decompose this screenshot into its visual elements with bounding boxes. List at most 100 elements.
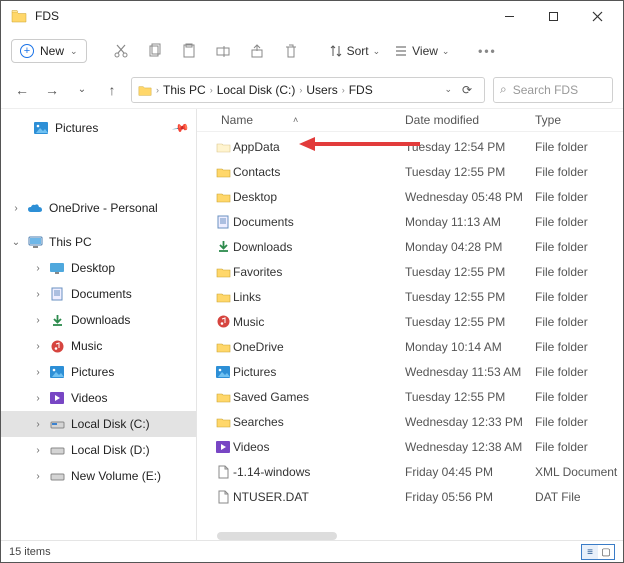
music-icon [49,338,65,354]
sidebar-item-label: OneDrive - Personal [49,201,158,215]
sidebar-item-desktop[interactable]: ›Desktop [1,255,196,281]
sidebar-item-music[interactable]: ›Music [1,333,196,359]
sort-label: Sort [347,44,369,58]
chevron-down-icon: ⌄ [70,46,78,57]
chevron-down-icon: ⌄ [11,237,21,248]
sidebar-item-downloads[interactable]: ›Downloads [1,307,196,333]
chevron-down-icon[interactable]: ⌄ [444,84,452,95]
search-input[interactable] [513,83,593,97]
crumb[interactable]: Users [306,83,337,97]
file-icon [213,490,233,504]
folder-icon [213,191,233,203]
folder-icon [213,266,233,278]
share-icon[interactable] [243,37,271,65]
breadcrumb[interactable]: › This PC › Local Disk (C:) › Users › FD… [131,77,485,103]
back-button[interactable]: ← [11,79,33,101]
search-box[interactable]: ⌕ [493,77,613,103]
table-row[interactable]: FavoritesTuesday 12:55 PMFile folder [213,259,623,284]
new-label: New [40,44,64,58]
col-name[interactable]: Name [221,113,253,127]
rename-icon[interactable] [209,37,237,65]
table-row[interactable]: ContactsTuesday 12:55 PMFile folder [213,159,623,184]
table-row[interactable]: SearchesWednesday 12:33 PMFile folder [213,409,623,434]
paste-icon[interactable] [175,37,203,65]
file-date: Monday 04:28 PM [405,240,535,254]
drive-icon [49,468,65,484]
close-button[interactable] [575,1,619,31]
toolbar: + New ⌄ Sort ⌄ View ⌄ ••• [1,31,623,71]
table-row[interactable]: DownloadsMonday 04:28 PMFile folder [213,234,623,259]
sidebar-item-local-disk-c[interactable]: ›Local Disk (C:) [1,411,196,437]
horizontal-scrollbar[interactable] [217,532,337,540]
column-headers[interactable]: Name˄ Date modified Type [197,109,623,132]
details-view-icon[interactable]: ≡ [582,545,598,559]
pc-icon [27,234,43,250]
crumb[interactable]: FDS [349,83,373,97]
folder-icon [213,166,233,178]
table-row[interactable]: PicturesWednesday 11:53 AMFile folder [213,359,623,384]
delete-icon[interactable] [277,37,305,65]
search-icon: ⌕ [500,82,507,97]
table-row[interactable]: OneDriveMonday 10:14 AMFile folder [213,334,623,359]
thumbnails-view-icon[interactable]: ▢ [598,545,614,559]
sidebar-item-label: Desktop [71,261,115,275]
item-count: 15 items [9,546,51,558]
file-type: File folder [535,440,623,454]
new-button[interactable]: + New ⌄ [11,39,87,63]
forward-button[interactable]: → [41,79,63,101]
sidebar-item-label: Local Disk (D:) [71,443,150,457]
view-button[interactable]: View ⌄ [390,44,453,58]
sidebar-item-new-volume-e[interactable]: ›New Volume (E:) [1,463,196,489]
crumb[interactable]: Local Disk (C:) [217,83,296,97]
file-date: Monday 10:14 AM [405,340,535,354]
table-row[interactable]: DocumentsMonday 11:13 AMFile folder [213,209,623,234]
sidebar-item-thispc[interactable]: ⌄ This PC [1,229,196,255]
file-date: Tuesday 12:55 PM [405,390,535,404]
docs-icon [213,215,233,229]
download-icon [213,240,233,253]
table-row[interactable]: DesktopWednesday 05:48 PMFile folder [213,184,623,209]
copy-icon[interactable] [141,37,169,65]
status-bar: 15 items ≡ ▢ [1,540,623,563]
file-type: File folder [535,190,623,204]
sidebar-item-local-disk-d[interactable]: ›Local Disk (D:) [1,437,196,463]
sidebar-item-onedrive[interactable]: › OneDrive - Personal [1,195,196,221]
file-type: File folder [535,340,623,354]
maximize-button[interactable] [531,1,575,31]
file-date: Monday 11:13 AM [405,215,535,229]
refresh-button[interactable]: ⟳ [456,83,478,97]
sidebar-item-pictures[interactable]: Pictures 📌 [1,115,196,141]
file-date: Tuesday 12:55 PM [405,165,535,179]
file-date: Friday 05:56 PM [405,490,535,504]
more-button[interactable]: ••• [473,37,501,65]
chevron-down-icon[interactable]: ⌄ [71,79,93,101]
file-date: Wednesday 11:53 AM [405,365,535,379]
crumb[interactable]: This PC [163,83,206,97]
table-row[interactable]: AppDataTuesday 12:54 PMFile folder [213,134,623,159]
file-type: File folder [535,365,623,379]
view-switcher[interactable]: ≡ ▢ [581,544,615,560]
file-date: Tuesday 12:55 PM [405,290,535,304]
table-row[interactable]: Saved GamesTuesday 12:55 PMFile folder [213,384,623,409]
table-row[interactable]: VideosWednesday 12:38 AMFile folder [213,434,623,459]
file-type: File folder [535,390,623,404]
minimize-button[interactable] [487,1,531,31]
sort-button[interactable]: Sort ⌄ [325,44,385,58]
up-button[interactable]: ↑ [101,79,123,101]
sidebar-item-documents[interactable]: ›Documents [1,281,196,307]
cut-icon[interactable] [107,37,135,65]
sidebar-item-label: Videos [71,391,107,405]
file-name: Pictures [233,365,405,379]
table-row[interactable]: NTUSER.DATFriday 05:56 PMDAT File [213,484,623,509]
col-type[interactable]: Type [535,113,613,127]
sidebar-item-pictures-2[interactable]: ›Pictures [1,359,196,385]
file-type: File folder [535,415,623,429]
col-date[interactable]: Date modified [405,113,535,127]
documents-icon [49,286,65,302]
table-row[interactable]: MusicTuesday 12:55 PMFile folder [213,309,623,334]
table-row[interactable]: -1.14-windowsFriday 04:45 PMXML Document [213,459,623,484]
sidebar-item-videos[interactable]: ›Videos [1,385,196,411]
plus-icon: + [20,44,34,58]
table-row[interactable]: LinksTuesday 12:55 PMFile folder [213,284,623,309]
sidebar-item-label: Music [71,339,102,353]
